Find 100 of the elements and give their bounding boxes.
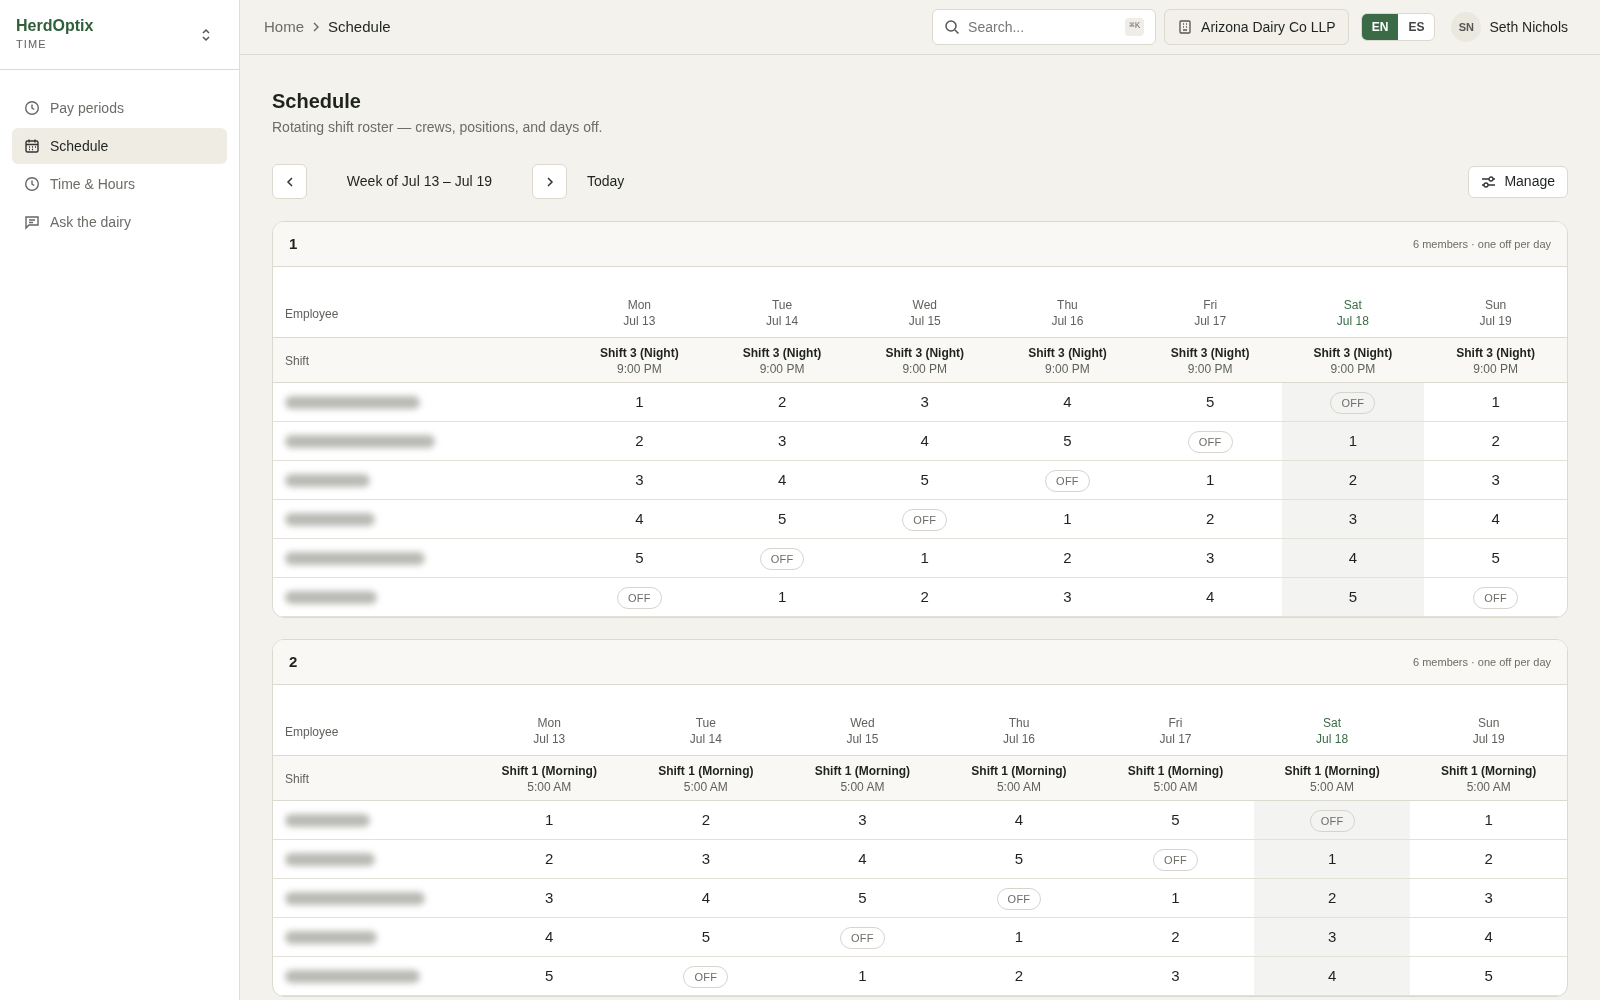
shift-name: Shift 3 (Night) [1028, 344, 1107, 361]
position-number: 5 [920, 471, 929, 488]
user-avatar[interactable]: SN [1451, 12, 1482, 42]
weekday-label: Thu [1057, 297, 1078, 313]
previous-week-button[interactable] [272, 164, 307, 199]
shift-name: Shift 3 (Night) [1456, 344, 1535, 361]
clock-icon [24, 100, 40, 116]
position-number: 5 [1348, 588, 1358, 605]
sliders-icon [1481, 174, 1497, 189]
weekday-label: Fri [1203, 297, 1218, 313]
manage-button[interactable]: Manage [1468, 165, 1568, 198]
position-number: 3 [545, 889, 554, 906]
chevron-right-icon [544, 175, 555, 188]
position-number: 4 [635, 510, 644, 527]
position-number: 2 [1063, 549, 1072, 566]
crew-summary: 6 members · one off per day [1413, 654, 1551, 670]
position-number: 3 [1206, 549, 1215, 566]
position-number: 3 [1491, 471, 1500, 488]
language-toggle[interactable]: ES [1398, 14, 1435, 40]
breadcrumb-current: Schedule [328, 16, 391, 37]
position-number: 5 [1063, 432, 1072, 449]
shift-time: 9:00 PM [1473, 360, 1518, 377]
weekday-label: Fri [1168, 715, 1183, 731]
position-number: 4 [1491, 510, 1500, 527]
position-number: 2 [920, 588, 929, 605]
position-number: 3 [1484, 889, 1493, 906]
shortcut-hint: ⌘K [1125, 18, 1145, 36]
position-number: 5 [635, 549, 644, 566]
position-number: 2 [777, 393, 787, 410]
today-button[interactable]: Today [587, 171, 625, 192]
language-toggle[interactable]: EN [1361, 14, 1399, 40]
weekday-label: Tue [771, 297, 793, 313]
weekday-label: Mon [537, 715, 561, 731]
position-number: 5 [1206, 393, 1215, 410]
page-subtitle: Rotating shift roster — crews, positions, and days off. [272, 118, 604, 137]
shift-time: 9:00 PM [902, 360, 948, 377]
organization-button[interactable]: Arizona Dairy Co LLP [1164, 9, 1349, 45]
position-number: 3 [920, 393, 929, 410]
shift-time: 9:00 PM [759, 360, 805, 377]
shift-time: 9:00 PM [1045, 360, 1090, 377]
sidebar-item[interactable]: Schedule [12, 128, 227, 164]
position-number: 1 [1171, 889, 1180, 906]
shift-time: 5:00 AM [1153, 778, 1198, 795]
sidebar-item[interactable]: Pay periods [12, 90, 227, 126]
position-number: 1 [858, 967, 867, 984]
position-number: 3 [858, 811, 867, 828]
position-number: 4 [858, 850, 867, 867]
position-number: 2 [1171, 928, 1180, 945]
chevron-left-icon [284, 175, 295, 188]
position-number: 4 [1484, 928, 1493, 945]
position-number: 1 [1348, 432, 1358, 449]
shift-name: Shift 3 (Night) [1170, 344, 1250, 361]
brand-name: HerdOptix [16, 16, 94, 37]
shift-name: Shift 3 (Night) [600, 344, 679, 361]
position-number: 5 [1484, 967, 1493, 984]
date-label: Jul 13 [533, 731, 566, 747]
position-number: 4 [1063, 393, 1072, 410]
position-number: 2 [1348, 471, 1358, 488]
date-label: Jul 15 [908, 313, 941, 329]
user-name[interactable]: Seth Nichols [1489, 16, 1568, 38]
shift-name: Shift 3 (Night) [1313, 344, 1393, 361]
breadcrumb-link[interactable]: Home [264, 15, 304, 39]
date-label: Jul 14 [689, 731, 722, 747]
row-header: Shift [285, 354, 309, 368]
position-number: 4 [777, 471, 787, 488]
position-number: 5 [858, 889, 867, 906]
position-number: 5 [777, 510, 787, 527]
position-number: 3 [1171, 967, 1180, 984]
week-range: Week of Jul 13 – Jul 19 [345, 172, 494, 191]
sidebar-item[interactable]: Ask the dairy [12, 204, 227, 240]
position-number: 5 [1014, 850, 1024, 867]
chevron-updown-icon[interactable] [201, 27, 211, 42]
date-label: Jul 15 [846, 731, 879, 747]
position-number: 4 [1206, 588, 1215, 605]
position-number: 5 [701, 928, 710, 945]
date-label: Jul 19 [1479, 313, 1512, 329]
chat-icon [24, 214, 40, 230]
date-label: Jul 16 [1051, 313, 1084, 329]
position-number: 3 [777, 432, 787, 449]
building-icon [1177, 19, 1194, 35]
date-label: Jul 14 [766, 313, 799, 329]
weekday-label: Wed [850, 715, 875, 731]
position-number: 5 [1491, 549, 1500, 566]
shift-time: 5:00 AM [1466, 778, 1511, 795]
shift-time: 9:00 PM [617, 360, 662, 377]
position-number: 1 [1327, 850, 1337, 867]
row-header: Shift [285, 772, 309, 786]
page-title: Schedule [272, 89, 362, 113]
sidebar-item[interactable]: Time & Hours [12, 166, 227, 202]
column-header: Employee [285, 725, 339, 739]
shift-time: 5:00 AM [527, 778, 572, 795]
shift-time: 5:00 AM [683, 778, 728, 795]
position-number: 5 [1171, 811, 1180, 828]
column-header: Employee [285, 307, 339, 321]
date-label: Jul 16 [1002, 731, 1035, 747]
shift-name: Shift 1 (Morning) [501, 762, 597, 779]
position-number: 3 [1327, 928, 1337, 945]
weekday-label: Thu [1008, 715, 1030, 731]
weekday-label: Wed [912, 297, 937, 313]
next-week-button[interactable] [532, 164, 567, 199]
